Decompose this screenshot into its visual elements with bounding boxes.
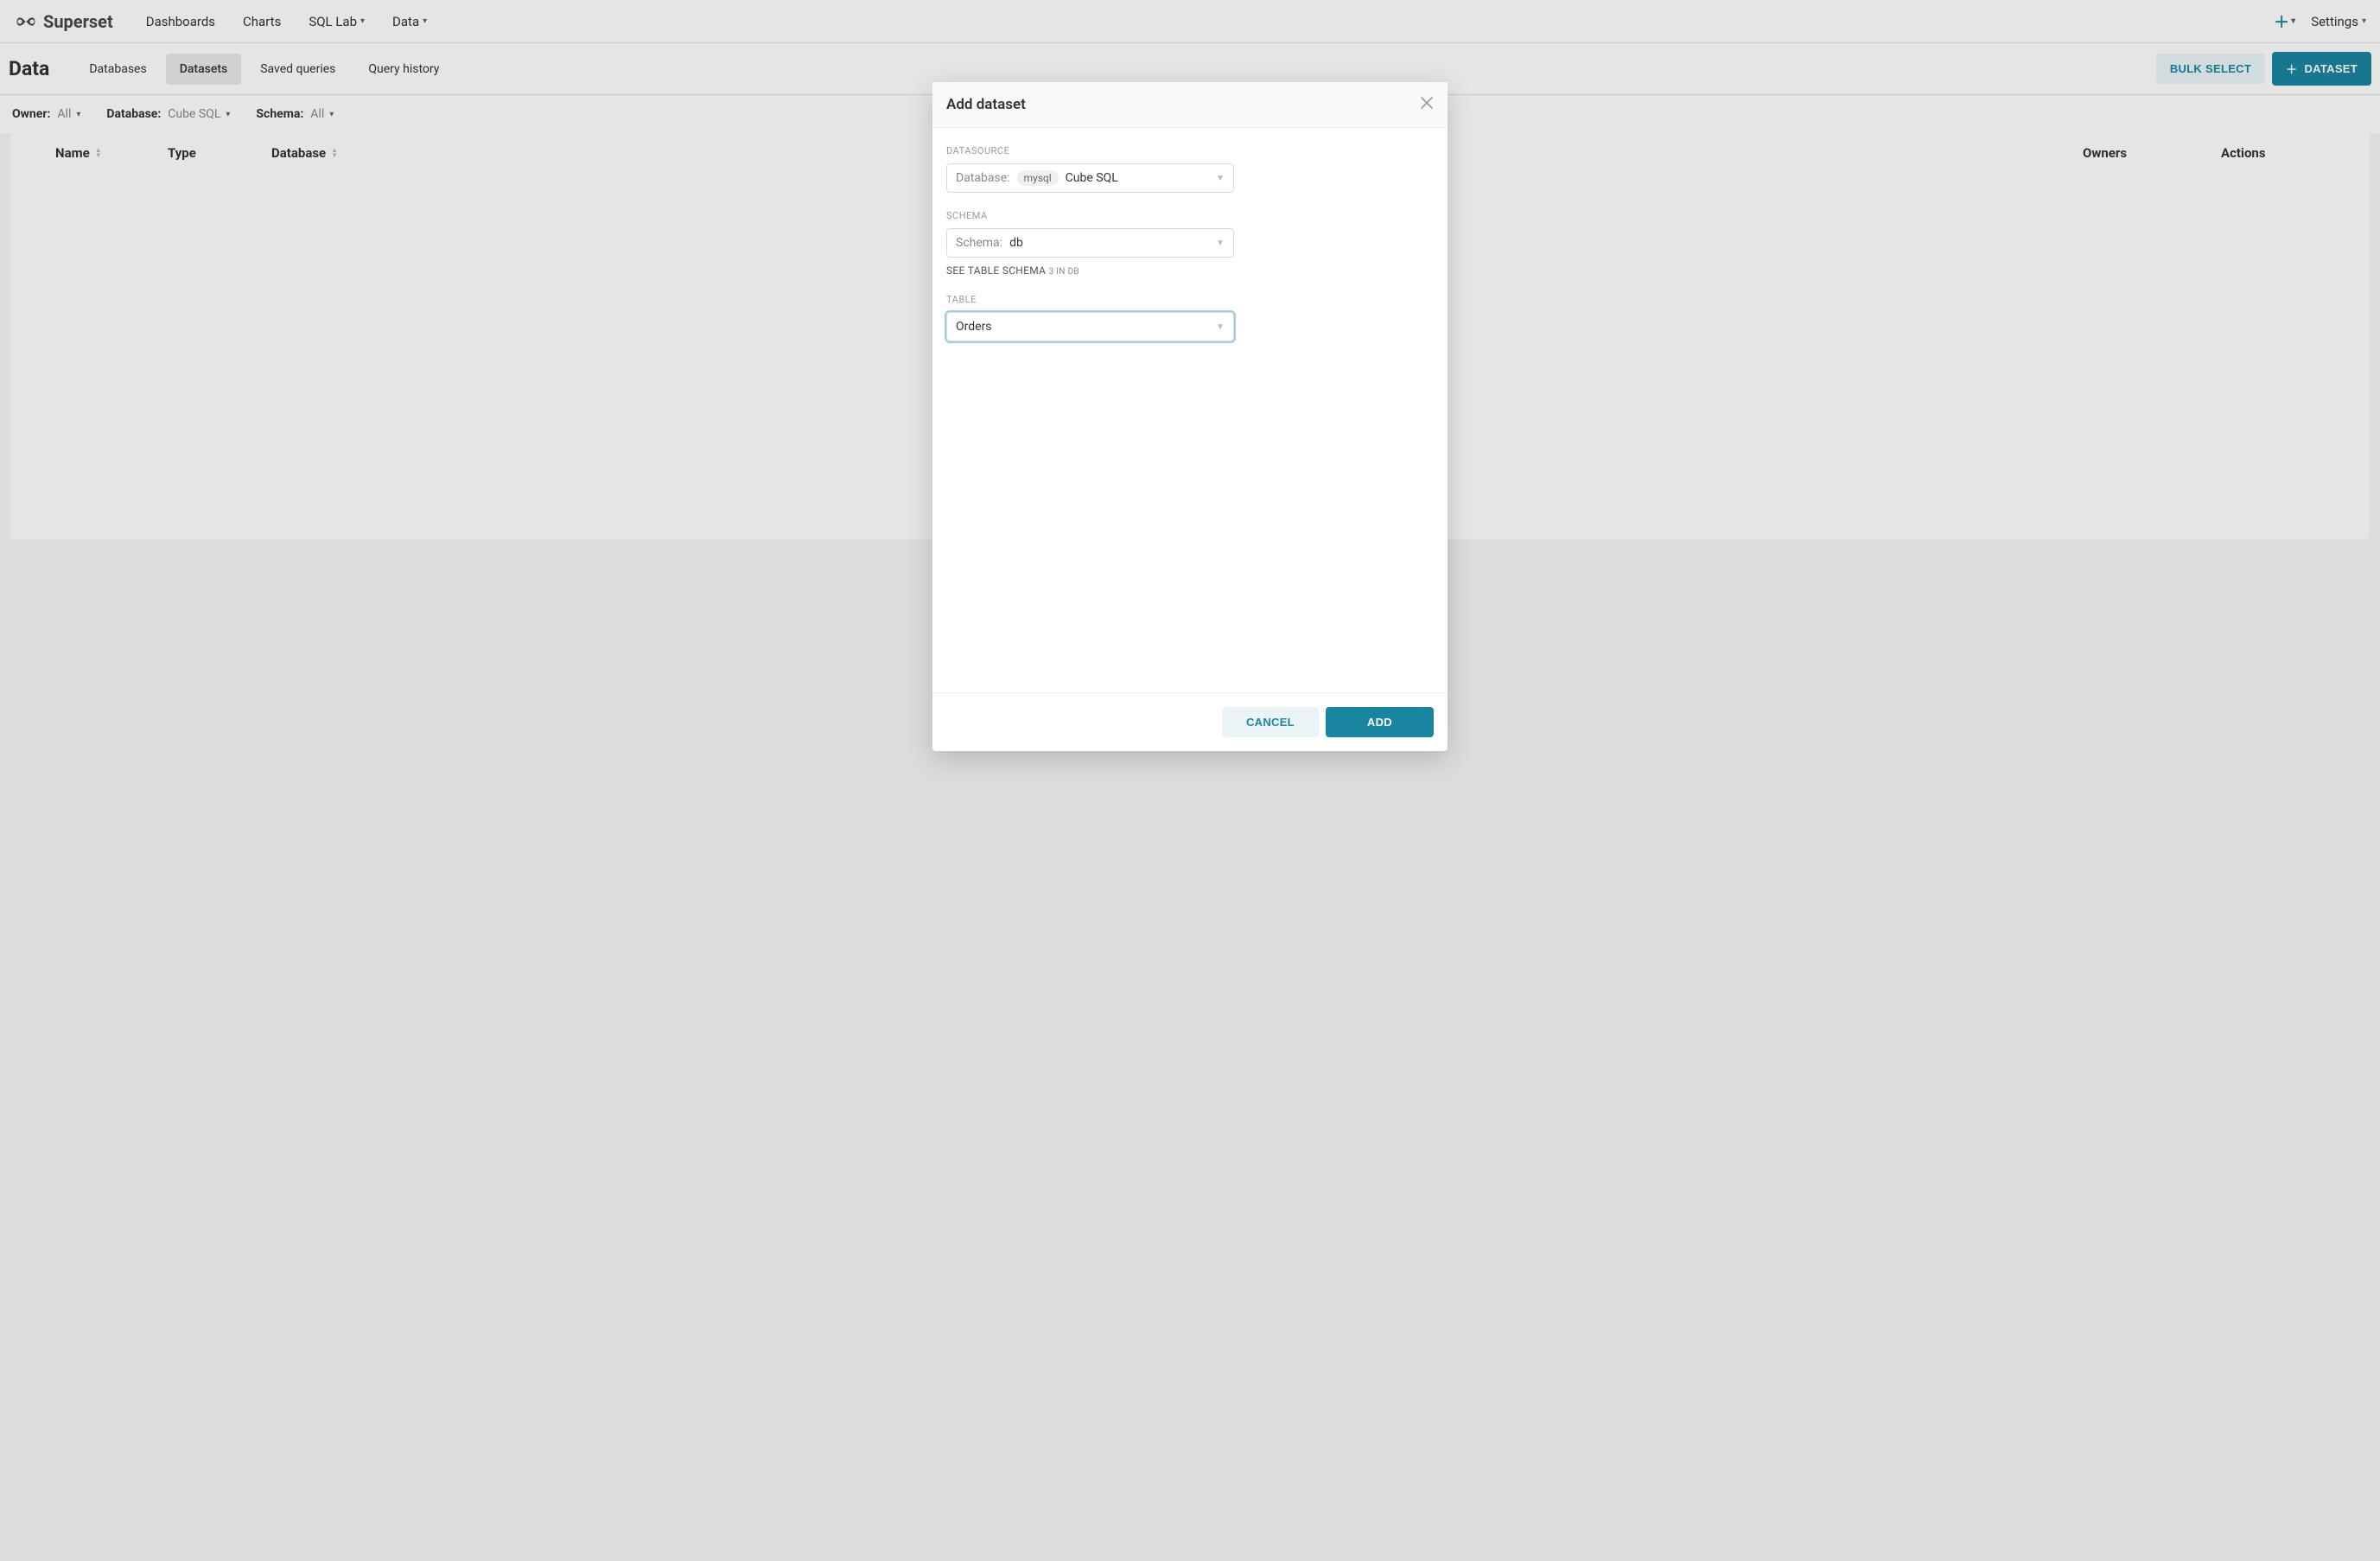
caret-down-icon: ▼ (1216, 322, 1225, 332)
table-select[interactable]: Orders ▼ (946, 312, 1234, 341)
section-datasource-label: DATASOURCE (946, 145, 1434, 156)
schema-note-prefix: SEE TABLE SCHEMA (946, 264, 1046, 277)
add-button-label: ADD (1367, 716, 1392, 729)
datasource-select-value: Cube SQL (1066, 171, 1118, 185)
datasource-select-label: Database: (956, 171, 1010, 185)
modal-header: Add dataset (932, 82, 1448, 128)
modal-close-button[interactable] (1420, 96, 1434, 113)
datasource-select[interactable]: Database: mysql Cube SQL ▼ (946, 163, 1234, 193)
close-icon (1420, 96, 1434, 110)
schema-select[interactable]: Schema: db ▼ (946, 228, 1234, 258)
add-dataset-modal: Add dataset DATASOURCE Database: mysql C… (932, 82, 1448, 751)
modal-body: DATASOURCE Database: mysql Cube SQL ▼ SC… (932, 128, 1448, 692)
cancel-button-label: CANCEL (1246, 716, 1295, 729)
section-schema-label: SCHEMA (946, 210, 1434, 221)
datasource-engine-tag: mysql (1017, 170, 1059, 186)
modal-footer: CANCEL ADD (932, 692, 1448, 751)
section-table-label: TABLE (946, 294, 1434, 305)
schema-select-value: db (1009, 236, 1023, 250)
modal-overlay: Add dataset DATASOURCE Database: mysql C… (0, 0, 2380, 1561)
modal-title: Add dataset (946, 96, 1026, 113)
add-button[interactable]: ADD (1326, 707, 1434, 737)
schema-note: SEE TABLE SCHEMA 3 IN DB (946, 264, 1434, 277)
schema-select-label: Schema: (956, 236, 1002, 250)
schema-note-count: 3 IN DB (1049, 267, 1079, 277)
cancel-button[interactable]: CANCEL (1222, 707, 1319, 737)
caret-down-icon: ▼ (1216, 174, 1225, 183)
table-select-value: Orders (956, 320, 992, 334)
caret-down-icon: ▼ (1216, 239, 1225, 248)
